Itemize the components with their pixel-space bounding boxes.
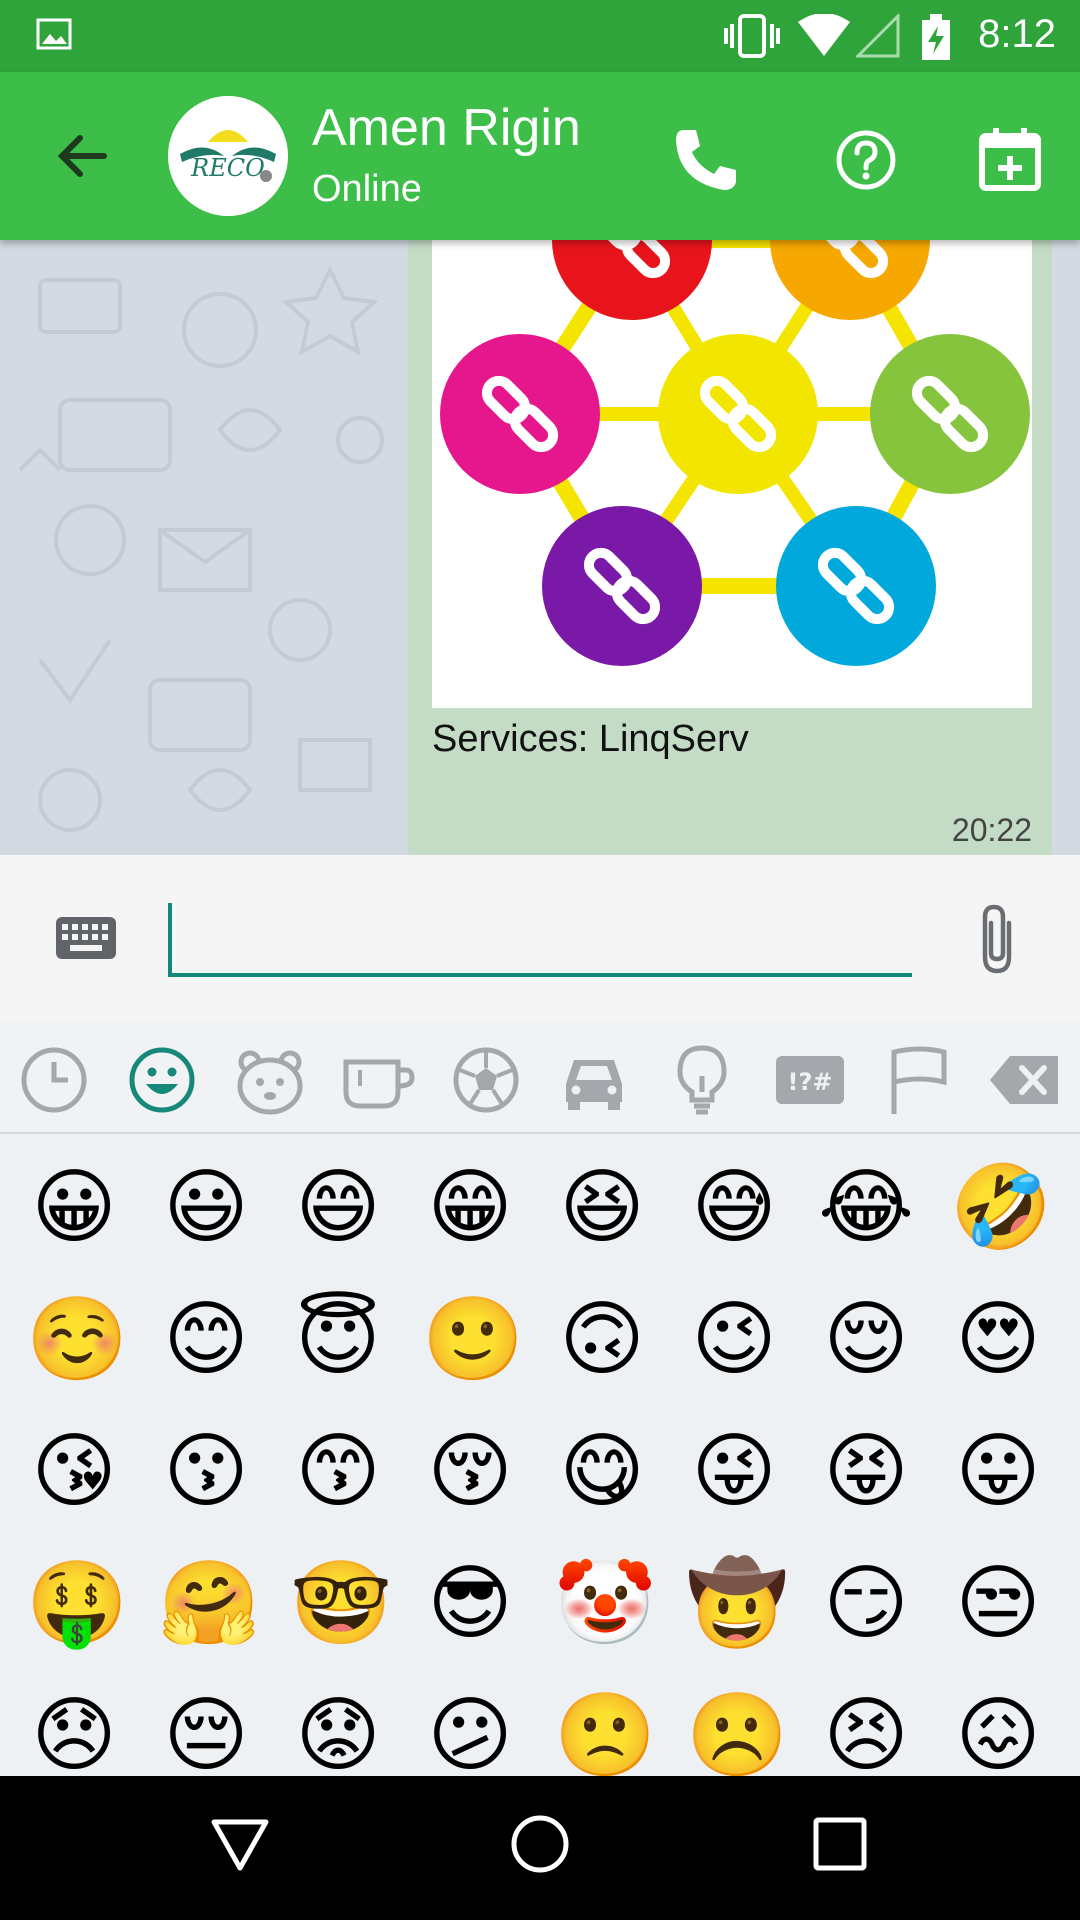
nav-home-icon[interactable] — [510, 1814, 570, 1874]
emoji-key[interactable]: 😅 — [686, 1160, 782, 1256]
chat-header: RECO Amen Rigin Online — [0, 72, 1080, 240]
emoji-key[interactable]: 😜 — [686, 1424, 782, 1520]
emoji-key[interactable]: 🤠 — [686, 1556, 788, 1652]
travel-icon[interactable] — [556, 1042, 632, 1118]
emoji-key[interactable]: 😔 — [158, 1688, 254, 1776]
link-node — [658, 334, 818, 494]
emoji-key[interactable]: 😁 — [422, 1160, 518, 1256]
contact-name[interactable]: Amen Rigin — [312, 98, 581, 158]
emoji-key[interactable]: 😣 — [818, 1688, 914, 1776]
emoji-key[interactable]: 😕 — [422, 1688, 518, 1776]
link-node — [542, 506, 702, 666]
avatar-logo-text: RECO — [190, 154, 265, 182]
message-image[interactable] — [432, 240, 1032, 708]
emoji-key[interactable]: 😍 — [950, 1292, 1046, 1388]
back-arrow-icon[interactable] — [50, 124, 114, 188]
contact-avatar[interactable]: RECO — [168, 96, 288, 216]
status-time: 8:12 — [978, 12, 1056, 56]
emoji-key[interactable]: 😇 — [290, 1292, 386, 1388]
emoji-key[interactable]: 😛 — [950, 1424, 1046, 1520]
svg-text:!?#: !?# — [788, 1068, 833, 1096]
emoji-key[interactable]: 😖 — [950, 1688, 1046, 1776]
emoji-key[interactable]: 😟 — [290, 1688, 386, 1776]
backspace-icon[interactable] — [988, 1042, 1060, 1118]
vibrate-icon — [724, 14, 780, 58]
emoji-grid: 😀 😃 😄 😁 😆 😅 😂 🤣 ☺️ 😊 😇 🙂 🙃 😉 😌 😍 😘 😗 😙 😚 😋 😜 😝 😛 🤑 🤗 🤓 😎 🤡 🤠 😏 😒 😞 😔 😟 😕 🙁 ☹️… — [0, 1134, 1080, 1776]
emoji-key[interactable]: 😋 — [554, 1424, 650, 1520]
linqserv-network-image — [440, 240, 1030, 666]
status-bar: 8:12 — [0, 0, 1080, 72]
emoji-key[interactable]: 😄 — [290, 1160, 386, 1256]
nav-recents-icon[interactable] — [810, 1814, 870, 1874]
emoji-key[interactable]: 😀 — [26, 1160, 122, 1256]
emoji-key[interactable]: 😚 — [422, 1424, 518, 1520]
emoji-key[interactable]: 🤗 — [158, 1556, 260, 1652]
message-bubble[interactable]: Services: LinqServ 20:22 — [408, 240, 1052, 855]
emoji-key[interactable]: ☺️ — [26, 1292, 128, 1388]
emoji-key[interactable]: 😂 — [818, 1160, 914, 1256]
emoji-key[interactable]: 😒 — [950, 1556, 1046, 1652]
emoji-key[interactable]: 🤡 — [554, 1556, 656, 1652]
emoji-key[interactable]: 😆 — [554, 1160, 650, 1256]
cell-signal-icon — [856, 14, 900, 58]
system-nav-bar — [0, 1776, 1080, 1920]
emoji-key[interactable]: 😌 — [818, 1292, 914, 1388]
reco-logo: RECO — [168, 96, 288, 216]
message-caption: Services: LinqServ — [432, 718, 749, 760]
link-node — [770, 240, 930, 320]
emoji-key[interactable]: 😙 — [290, 1424, 386, 1520]
phone-call-icon[interactable] — [668, 122, 744, 198]
message-input[interactable] — [168, 903, 912, 977]
emoji-key[interactable]: 😃 — [158, 1160, 254, 1256]
animals-icon[interactable] — [232, 1042, 308, 1118]
gallery-notification-icon — [36, 18, 72, 50]
chat-area[interactable]: Services: LinqServ 20:22 — [0, 240, 1080, 855]
emoji-key[interactable]: 🤓 — [290, 1556, 392, 1652]
emoji-key[interactable]: 😘 — [26, 1424, 122, 1520]
link-node — [552, 240, 712, 320]
emoji-key[interactable]: 😊 — [158, 1292, 254, 1388]
emoji-key[interactable]: 😉 — [686, 1292, 782, 1388]
add-event-calendar-icon[interactable] — [972, 122, 1048, 198]
battery-charging-icon — [922, 14, 950, 60]
emoji-key[interactable]: 🤑 — [26, 1556, 128, 1652]
emoji-category-tabs: !?# — [0, 1020, 1080, 1134]
message-time: 20:22 — [951, 812, 1032, 848]
emoji-key[interactable]: 😞 — [26, 1688, 122, 1776]
food-icon[interactable] — [340, 1042, 416, 1118]
nav-back-icon[interactable] — [210, 1814, 270, 1874]
sports-icon[interactable] — [448, 1042, 524, 1118]
objects-icon[interactable] — [664, 1042, 740, 1118]
composer-bar — [0, 855, 1080, 1020]
flags-icon[interactable] — [880, 1042, 956, 1118]
wifi-icon — [798, 14, 850, 56]
emoji-key[interactable]: 🤣 — [950, 1160, 1052, 1256]
emoji-key[interactable]: 😗 — [158, 1424, 254, 1520]
attach-paperclip-icon[interactable] — [975, 903, 1019, 977]
keyboard-toggle-icon[interactable] — [54, 915, 118, 961]
emoji-key[interactable]: 😝 — [818, 1424, 914, 1520]
emoji-key[interactable]: 😏 — [818, 1556, 914, 1652]
link-node — [776, 506, 936, 666]
emoji-key[interactable]: 😎 — [422, 1556, 518, 1652]
link-node — [440, 334, 600, 494]
smileys-icon[interactable] — [124, 1042, 200, 1118]
contact-status: Online — [312, 168, 422, 210]
emoji-key[interactable]: 🙂 — [422, 1292, 524, 1388]
emoji-key[interactable]: 🙃 — [554, 1292, 650, 1388]
symbols-icon[interactable]: !?# — [772, 1042, 848, 1118]
help-icon[interactable] — [828, 122, 904, 198]
emoji-key[interactable]: ☹️ — [686, 1688, 788, 1776]
link-node — [870, 334, 1030, 494]
recent-icon[interactable] — [16, 1042, 92, 1118]
emoji-key[interactable]: 🙁 — [554, 1688, 656, 1776]
